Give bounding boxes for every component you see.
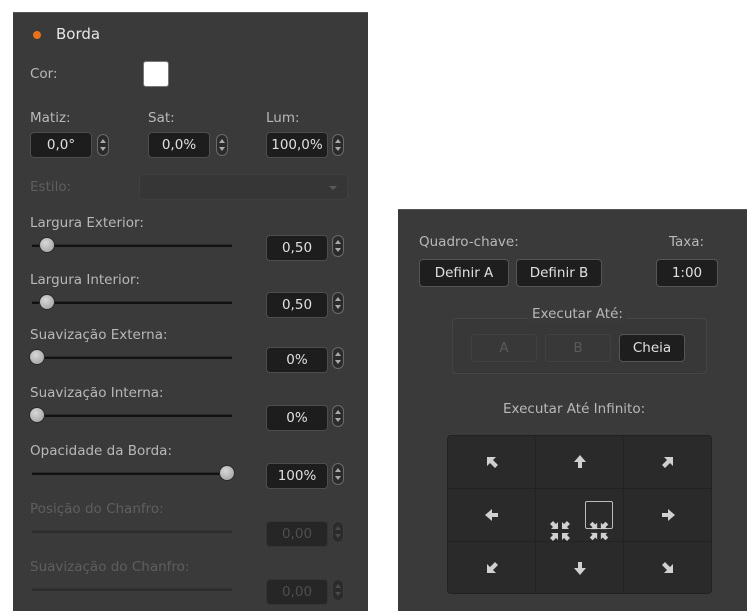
run-down-right-button[interactable] xyxy=(624,542,711,593)
slider-value-stepper[interactable] xyxy=(332,347,344,369)
lum-stepper[interactable] xyxy=(332,134,344,156)
arrow-down-icon xyxy=(573,562,586,575)
slider-value-stepper[interactable] xyxy=(332,579,344,601)
slider-value-field[interactable]: 0,00 xyxy=(266,579,328,605)
slider-value-stepper[interactable] xyxy=(332,405,344,427)
slider-value-stepper[interactable] xyxy=(332,235,344,257)
run-infinity-label: Executar Até Infinito: xyxy=(503,401,646,417)
style-select[interactable] xyxy=(139,174,348,200)
arrow-down-right-icon xyxy=(661,562,673,573)
direction-grid xyxy=(447,435,712,594)
slider-label: Suavização do Chanfro: xyxy=(30,559,190,575)
slider-value-field[interactable]: 0,50 xyxy=(266,235,328,261)
slider-label: Posição do Chanfro: xyxy=(30,501,164,517)
slider-label: Suavização Externa: xyxy=(30,327,168,343)
slider-knob[interactable] xyxy=(219,465,235,481)
slider-value-field[interactable]: 0,00 xyxy=(266,521,328,547)
arrow-down-left-icon xyxy=(486,562,498,573)
run-up-right-button[interactable] xyxy=(624,436,711,488)
slider-track[interactable] xyxy=(32,301,232,304)
hue-label: Matiz: xyxy=(30,110,71,126)
chevron-down-icon xyxy=(329,186,337,190)
border-title: Borda xyxy=(56,25,101,43)
arrow-up-right-icon xyxy=(661,457,673,468)
slider-track[interactable] xyxy=(32,244,232,247)
slider-label: Opacidade da Borda: xyxy=(30,443,173,459)
arrow-right-icon xyxy=(661,509,675,521)
slider-track[interactable] xyxy=(32,356,232,359)
sat-label: Sat: xyxy=(148,110,175,126)
rate-field[interactable]: 1:00 xyxy=(656,259,718,287)
set-a-button[interactable]: Definir A xyxy=(419,259,509,287)
run-to-label: Executar Até: xyxy=(528,306,627,322)
border-settings-panel: Borda Cor: Matiz: 0,0° Sat: 0,0% Lum: 10… xyxy=(13,12,368,611)
arrow-up-icon xyxy=(573,455,586,468)
hue-field[interactable]: 0,0° xyxy=(30,132,92,158)
run-up-left-button[interactable] xyxy=(448,436,535,488)
run-up-button[interactable] xyxy=(536,436,623,488)
arrow-up-left-icon xyxy=(486,457,498,468)
center-out-icon[interactable] xyxy=(585,501,613,541)
sat-field[interactable]: 0,0% xyxy=(148,132,210,158)
color-swatch[interactable] xyxy=(143,61,169,87)
slider-track[interactable] xyxy=(32,530,232,533)
keyframe-panel: Quadro-chave: Definir A Definir B Taxa: … xyxy=(398,209,747,611)
run-down-left-button[interactable] xyxy=(448,542,535,593)
run-to-b-button[interactable]: B xyxy=(545,334,611,362)
slider-label: Largura Exterior: xyxy=(30,215,144,231)
run-down-button[interactable] xyxy=(536,542,623,593)
slider-value-field[interactable]: 100% xyxy=(266,463,328,489)
border-enabled-dot[interactable] xyxy=(33,31,41,39)
run-center-cell xyxy=(536,489,623,541)
slider-label: Largura Interior: xyxy=(30,272,140,288)
slider-value-field[interactable]: 0% xyxy=(266,405,328,431)
slider-value-stepper[interactable] xyxy=(332,521,344,543)
run-right-button[interactable] xyxy=(624,489,711,541)
run-to-a-button[interactable]: A xyxy=(471,334,537,362)
center-in-icon[interactable] xyxy=(546,501,574,541)
keyframe-label: Quadro-chave: xyxy=(419,234,519,250)
slider-value-stepper[interactable] xyxy=(332,292,344,314)
slider-track[interactable] xyxy=(32,472,232,475)
slider-track[interactable] xyxy=(32,414,232,417)
slider-knob[interactable] xyxy=(38,237,55,253)
set-b-button[interactable]: Definir B xyxy=(516,259,602,287)
arrow-left-icon xyxy=(484,509,498,521)
color-label: Cor: xyxy=(30,66,58,82)
run-left-button[interactable] xyxy=(448,489,535,541)
slider-knob[interactable] xyxy=(38,294,55,310)
slider-knob[interactable] xyxy=(29,349,45,365)
style-label: Estilo: xyxy=(30,179,72,195)
slider-value-field[interactable]: 0,50 xyxy=(266,292,328,318)
slider-value-field[interactable]: 0% xyxy=(266,347,328,373)
run-to-full-button[interactable]: Cheia xyxy=(619,334,685,362)
lum-label: Lum: xyxy=(266,110,300,126)
slider-track[interactable] xyxy=(32,588,232,591)
hue-stepper[interactable] xyxy=(97,134,109,156)
slider-knob[interactable] xyxy=(29,407,45,423)
rate-label: Taxa: xyxy=(669,234,705,250)
sat-stepper[interactable] xyxy=(216,134,228,156)
lum-field[interactable]: 100,0% xyxy=(266,132,328,158)
slider-value-stepper[interactable] xyxy=(332,463,344,485)
slider-label: Suavização Interna: xyxy=(30,385,164,401)
